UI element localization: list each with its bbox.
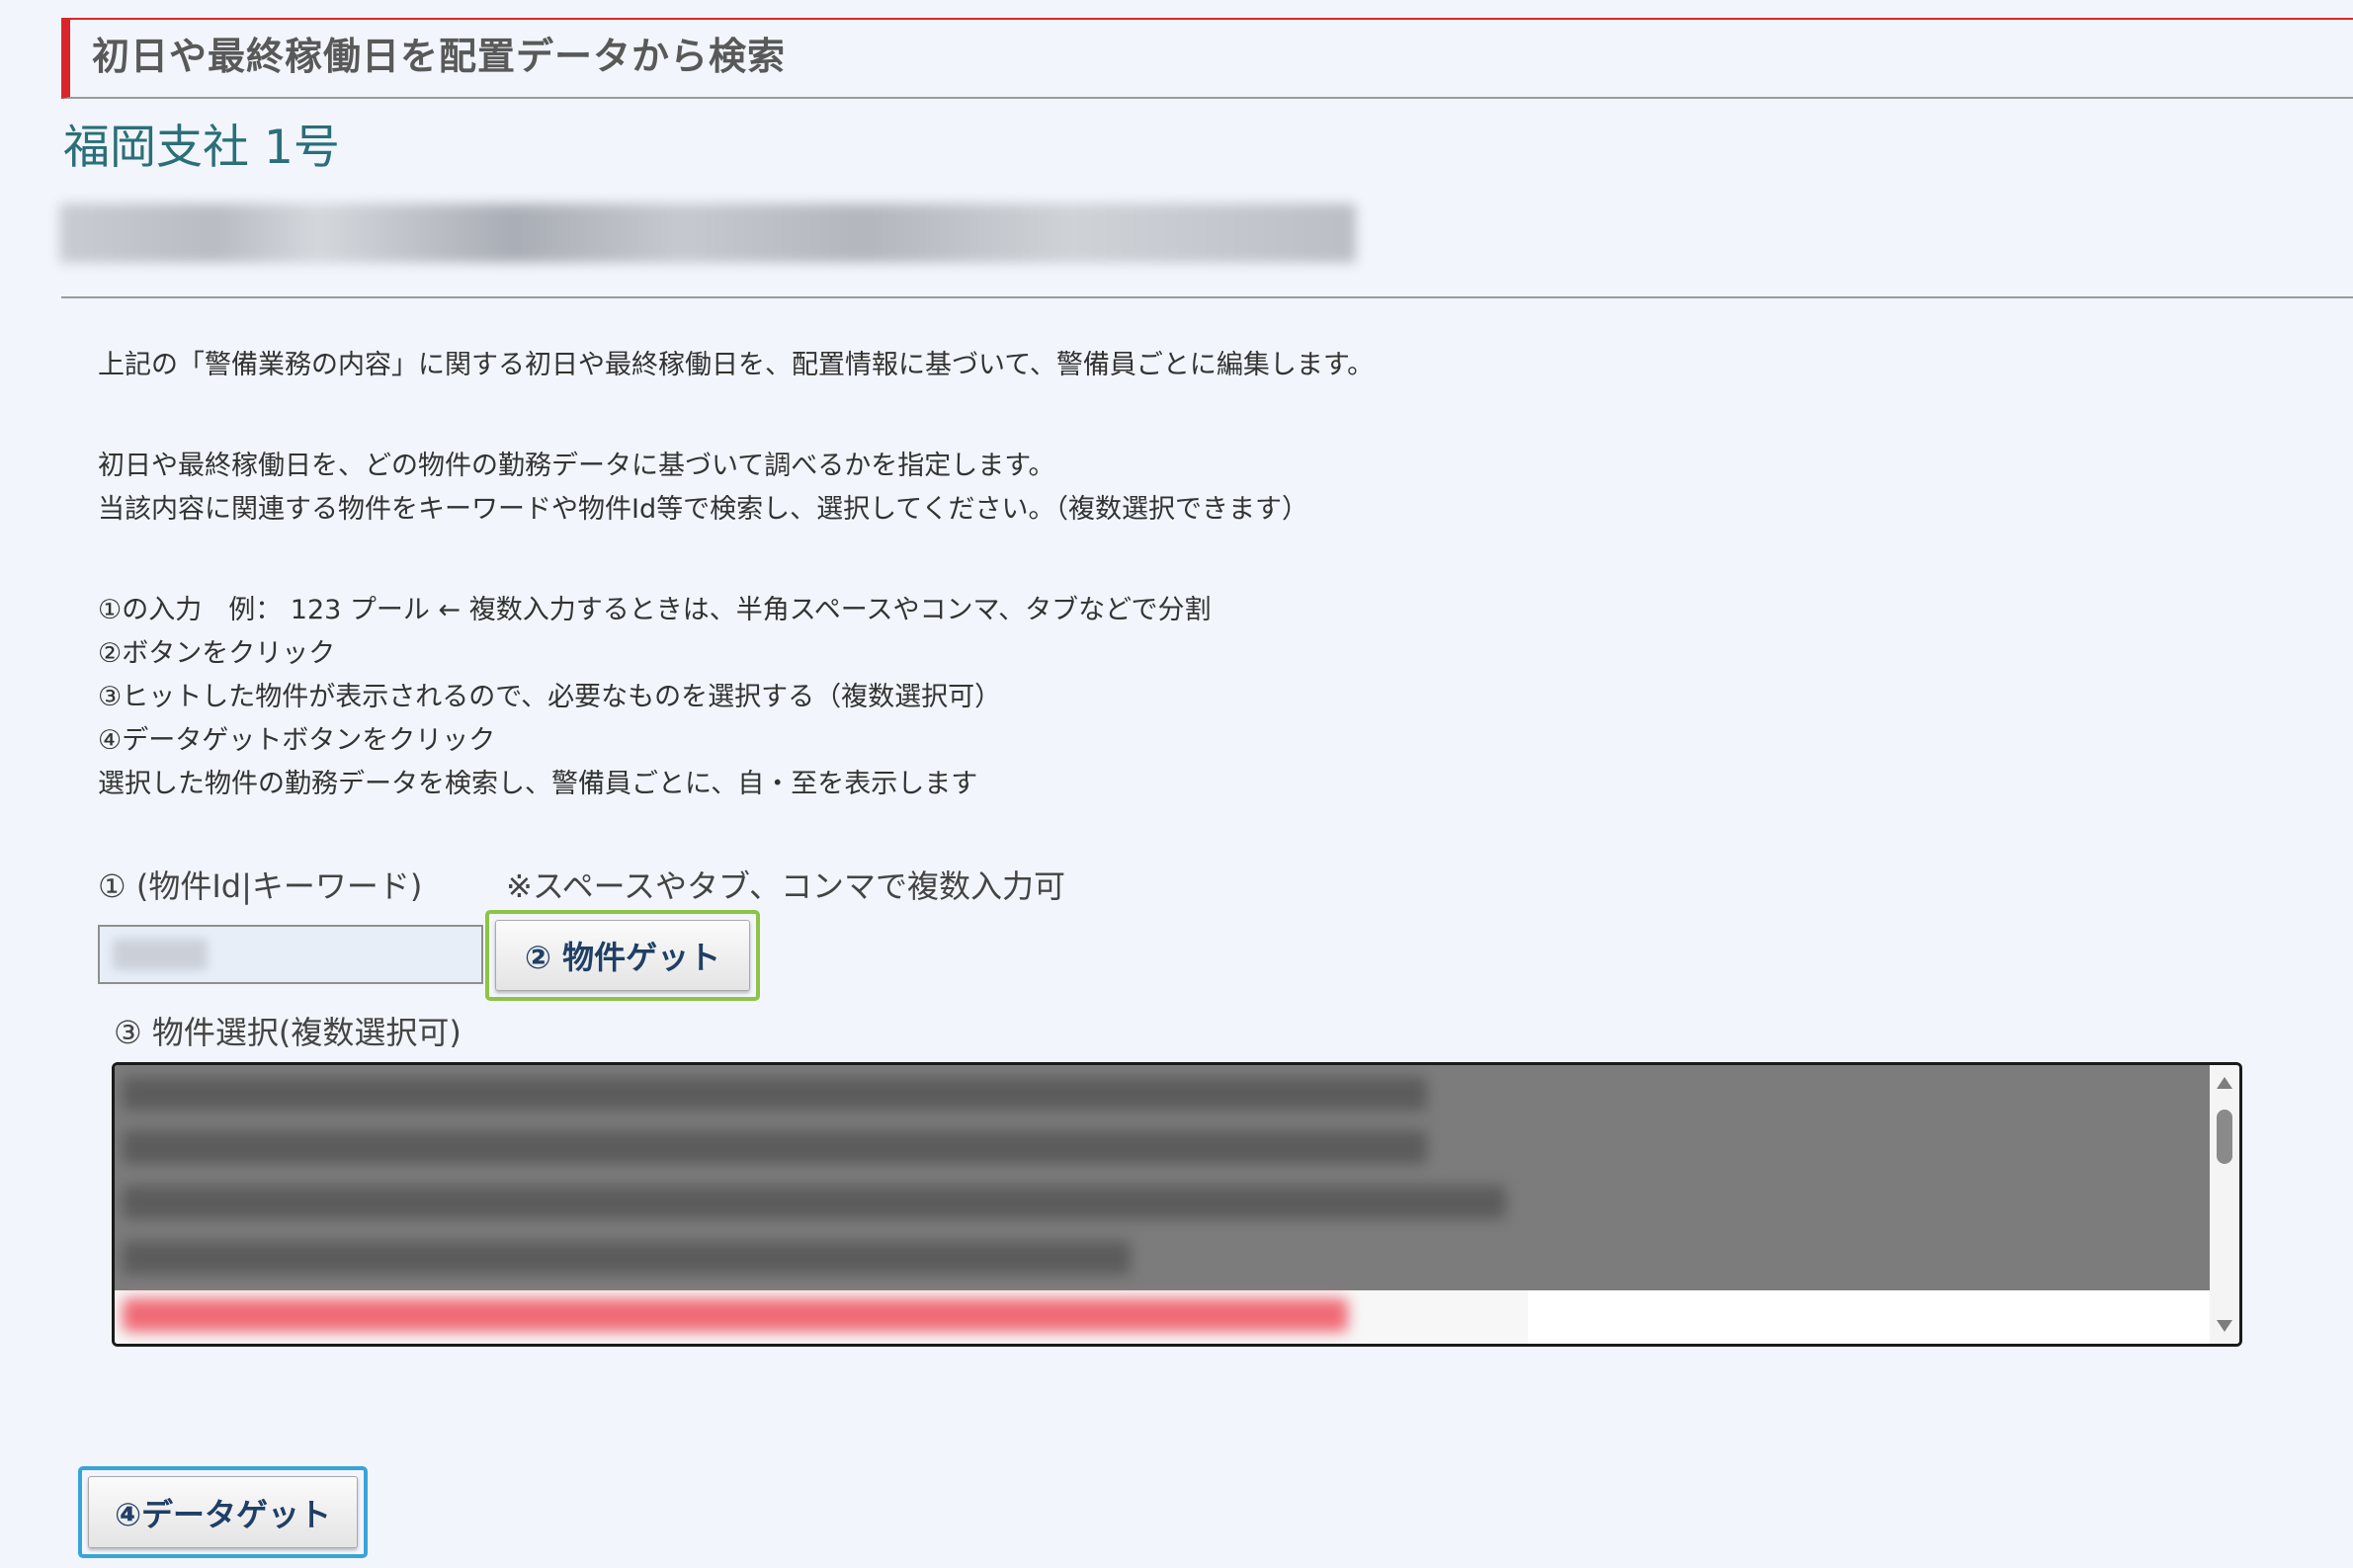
scroll-up-arrow-icon[interactable] [2217,1077,2232,1089]
property-select-label: ③ 物件選択(複数選択可) [114,1014,462,1051]
divider [61,296,2353,298]
keyword-field-hint: ※スペースやタブ、コンマで複数入力可 [506,867,1066,905]
listbox-scrollbar[interactable] [2210,1065,2239,1344]
get-data-button-focus-ring: ④データゲット [78,1466,368,1558]
list-item[interactable] [123,1186,1506,1219]
instruction-step: ③ヒットした物件が表示されるので、必要なものを選択する（複数選択可） [98,682,1002,712]
instruction-step: ①の入力 例： 123 プール ← 複数入力するときは、半角スペースやコンマ、タ… [98,595,1212,625]
property-listbox[interactable] [112,1062,2242,1347]
instruction-step: ②ボタンをクリック [98,638,336,669]
instruction-step: 選択した物件の勤務データを検索し、警備員ごとに、自・至を表示します [98,769,978,799]
list-item[interactable] [123,1130,1427,1164]
description-line: 当該内容に関連する物件をキーワードや物件Id等で検索し、選択してください。（複数… [98,494,1308,525]
list-item[interactable] [123,1241,1131,1275]
redacted-contract-title [59,204,1356,263]
keyword-field-label: ① (物件Id|キーワード) [98,867,423,905]
list-item-highlighted[interactable] [123,1298,1348,1332]
branch-label: 福岡支社 1号 [63,121,340,175]
description-intro: 上記の「警備業務の内容」に関する初日や最終稼働日を、配置情報に基づいて、警備員ご… [98,350,1375,380]
scroll-thumb[interactable] [2217,1110,2232,1164]
get-property-button-focus-ring: ② 物件ゲット [485,910,760,1001]
instruction-step: ④データゲットボタンをクリック [98,725,496,756]
scroll-down-arrow-icon[interactable] [2217,1320,2232,1332]
redacted-keyword-value [113,939,208,970]
section-header: 初日や最終稼働日を配置データから検索 [61,18,2353,99]
description-line: 初日や最終稼働日を、どの物件の勤務データに基づいて調べるかを指定します。 [98,451,1055,481]
section-title: 初日や最終稼働日を配置データから検索 [92,35,787,78]
list-item[interactable] [123,1077,1427,1111]
get-property-button[interactable]: ② 物件ゲット [495,920,750,991]
get-data-button[interactable]: ④データゲット [88,1476,358,1548]
